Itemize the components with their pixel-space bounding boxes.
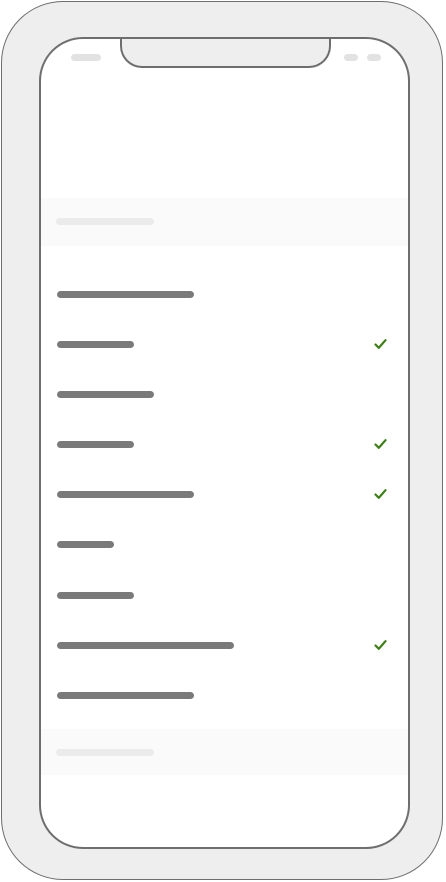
list-item[interactable] (41, 470, 408, 520)
list-item[interactable] (41, 370, 408, 420)
list-item[interactable] (41, 621, 408, 671)
list-item-label-placeholder (57, 291, 194, 298)
battery-icon (367, 54, 381, 61)
check-icon (374, 339, 387, 349)
list-item[interactable] (41, 420, 408, 470)
section-footer-placeholder (56, 749, 154, 756)
screen (39, 37, 410, 849)
section-header (41, 198, 408, 246)
list-item[interactable] (41, 671, 408, 721)
check-icon (374, 439, 387, 450)
list-item[interactable] (41, 270, 408, 320)
check-icon (374, 639, 387, 650)
signal-icon (344, 54, 358, 61)
list-item-label-placeholder (57, 341, 134, 349)
list-item-label-placeholder (57, 591, 134, 599)
section-header-placeholder (56, 218, 154, 225)
list-item[interactable] (41, 520, 408, 570)
check-icon (374, 489, 387, 500)
list-item-label-placeholder (57, 491, 194, 499)
list-item-label-placeholder (57, 391, 154, 399)
section-footer (41, 729, 408, 775)
list-item-label-placeholder (57, 541, 114, 549)
list-item-label-placeholder (57, 441, 134, 449)
list-item-label-placeholder (57, 641, 234, 649)
option-list (41, 270, 408, 721)
status-time-placeholder (71, 54, 101, 61)
phone-frame (1, 1, 443, 880)
list-item[interactable] (41, 320, 408, 370)
list-item[interactable] (41, 571, 408, 621)
notch (120, 39, 331, 68)
list-item-label-placeholder (57, 691, 194, 699)
